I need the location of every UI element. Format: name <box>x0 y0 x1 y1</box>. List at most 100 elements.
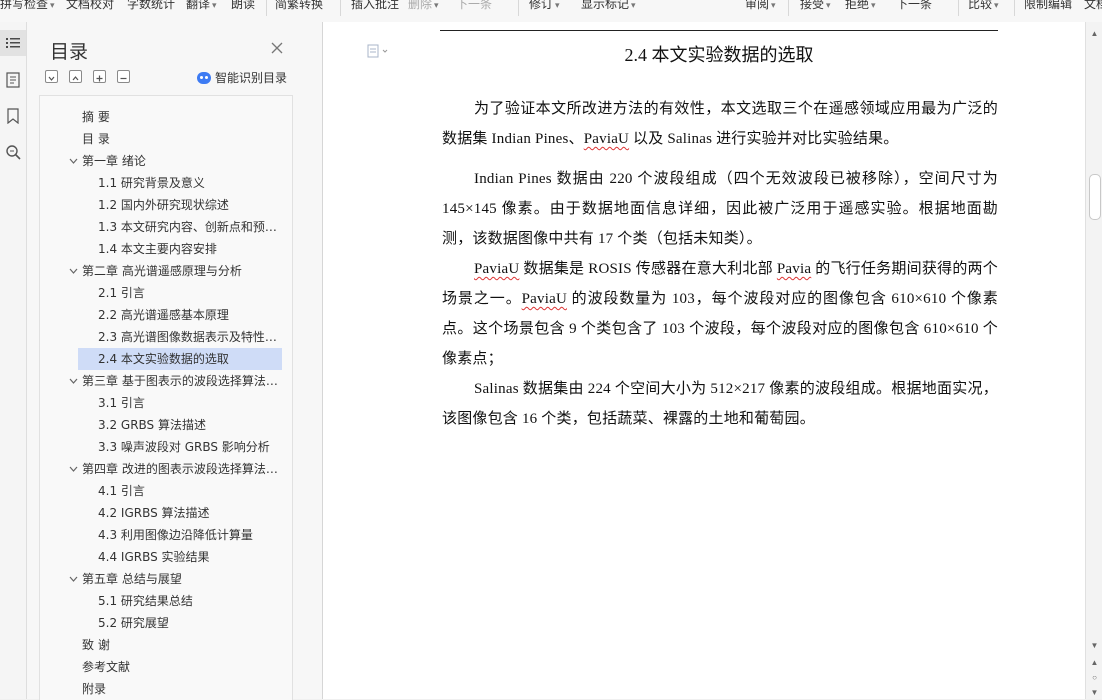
toolbar-divider <box>788 0 789 16</box>
document-outline-icon <box>6 72 20 88</box>
toc-item[interactable]: 目 录 <box>82 128 282 150</box>
smart-toc-button[interactable]: 智能识别目录 <box>197 69 287 86</box>
toolbar-divider <box>340 0 341 16</box>
accept-button[interactable]: 接受 ▾ <box>800 0 831 14</box>
remove-heading-button[interactable] <box>117 70 130 83</box>
spell-check-button[interactable]: 拼写检查 ▾ <box>0 0 55 14</box>
body-paragraph: Indian Pines 数据由 220 个波段组成（四个无效波段已被移除），空… <box>442 171 998 247</box>
toc-item[interactable]: 3.1 引言 <box>98 392 283 414</box>
toc-item[interactable]: 3.3 噪声波段对 GRBS 影响分析 <box>98 436 283 458</box>
toc-item[interactable]: 附录 <box>82 678 282 700</box>
toc-item[interactable]: 4.2 IGRBS 算法描述 <box>98 502 283 524</box>
toc-item[interactable]: 2.3 高光谱图像数据表示及特性分析 <box>98 326 283 348</box>
expand-toggle[interactable] <box>68 370 78 392</box>
bookmark-button[interactable] <box>0 103 26 129</box>
toc-panel-title: 目录 <box>50 41 89 63</box>
add-heading-button[interactable] <box>93 70 106 83</box>
toc-item[interactable]: 1.3 本文研究内容、创新点和预期成果 <box>98 216 283 238</box>
toc-panel-button[interactable] <box>0 30 26 56</box>
toc-item[interactable]: 摘 要 <box>82 106 282 128</box>
toc-panel: 目录 智能识别目录 摘 要目 录第一章 绪论 1.1 研究背景及意义 1.2 国内外… <box>27 22 323 700</box>
toc-item[interactable]: 5.2 研究展望 <box>98 612 283 634</box>
read-aloud-button[interactable]: 朗读 <box>231 0 255 14</box>
doc-proofread-button[interactable]: 文档校对 <box>66 0 114 14</box>
toc-item[interactable]: 3.2 GRBS 算法描述 <box>98 414 283 436</box>
toc-item[interactable]: 5.1 研究结果总结 <box>98 590 283 612</box>
document-button[interactable]: 文档 <box>1084 0 1102 14</box>
toolbar-divider <box>958 0 959 16</box>
toc-item[interactable]: 致 谢 <box>82 634 282 656</box>
toc-item[interactable]: 4.4 IGRBS 实验结果 <box>98 546 283 568</box>
list-icon <box>6 38 20 48</box>
expand-toggle[interactable] <box>68 260 78 282</box>
insert-comment-button[interactable]: 插入批注 <box>351 0 399 14</box>
expand-toggle[interactable] <box>68 568 78 590</box>
toc-item[interactable]: 1.4 本文主要内容安排 <box>98 238 283 260</box>
compare-button[interactable]: 比较 ▾ <box>968 0 999 14</box>
expand-toggle[interactable] <box>68 458 78 480</box>
close-toc-button[interactable] <box>270 41 284 55</box>
find-button[interactable] <box>0 139 26 165</box>
chevron-down-icon <box>69 466 77 472</box>
smart-toc-label: 智能识别目录 <box>215 71 288 85</box>
body-paragraph: 为了验证本文所改进方法的有效性，本文选取三个在遥感领域应用最为广泛的数据集 In… <box>442 101 998 147</box>
review-button[interactable]: 审阅 ▾ <box>745 0 776 14</box>
document-page: 2.4 本文实验数据的选取 为了验证本文所改进方法的有效性，本文选取三个在遥感领… <box>323 22 1085 699</box>
plus-icon <box>96 75 103 82</box>
section-heading: 2.4 本文实验数据的选取 <box>624 45 814 65</box>
scroll-up-button[interactable]: ▲ <box>1089 28 1100 39</box>
toolbar-divider <box>518 0 519 16</box>
toc-item[interactable]: 2.1 引言 <box>98 282 283 304</box>
minus-icon <box>120 77 127 80</box>
toc-item[interactable]: 参考文献 <box>82 656 282 678</box>
toc-item[interactable]: 4.3 利用图像边沿降低计算量 <box>98 524 283 546</box>
translate-button[interactable]: 翻译 ▾ <box>186 0 217 14</box>
next-comment-button[interactable]: 下一条 <box>456 0 492 14</box>
side-icon-rail <box>0 22 27 699</box>
reject-button[interactable]: 拒绝 ▾ <box>845 0 876 14</box>
simplified-traditional-button[interactable]: 简繁转换 <box>275 0 323 14</box>
restrict-editing-button[interactable]: 限制编辑 <box>1024 0 1072 14</box>
expand-toggle[interactable] <box>68 150 78 172</box>
header-rule <box>440 30 998 31</box>
document-icon <box>367 44 388 58</box>
vertical-scrollbar[interactable]: ▲ ▼ ▲ ○ ▼ <box>1085 22 1102 699</box>
scroll-down-button[interactable]: ▼ <box>1089 640 1100 651</box>
show-markup-button[interactable]: 显示标记 ▾ <box>581 0 636 14</box>
next-change-button[interactable]: 下一条 <box>896 0 932 14</box>
select-browse-object-button[interactable]: ○ <box>1089 672 1100 683</box>
toc-item[interactable]: 第五章 总结与展望 <box>82 568 282 590</box>
toc-item[interactable]: 第二章 高光谱遥感原理与分析 <box>82 260 282 282</box>
toolbar-divider <box>266 0 267 16</box>
chapter-nav-button[interactable] <box>0 67 26 93</box>
delete-comment-button[interactable]: 删除 ▾ <box>408 0 439 14</box>
expand-all-button[interactable] <box>45 70 58 83</box>
ribbon-toolbar: 拼写检查 ▾ 文档校对 字数统计 翻译 ▾ 朗读 简繁转换 插入批注 删除 ▾ 下一条… <box>0 0 1102 23</box>
chevron-down-icon <box>69 576 77 582</box>
paragraph-menu-button[interactable] <box>367 44 391 63</box>
toc-item[interactable]: 1.2 国内外研究现状综述 <box>98 194 283 216</box>
toc-item[interactable]: 第三章 基于图表示的波段选择算法研究 <box>82 370 282 392</box>
toc-item[interactable]: 第四章 改进的图表示波段选择算法研究 <box>82 458 282 480</box>
document-area: 2.4 本文实验数据的选取 为了验证本文所改进方法的有效性，本文选取三个在遥感领… <box>323 22 1085 699</box>
search-icon <box>6 145 21 160</box>
toc-item[interactable]: 1.1 研究背景及意义 <box>98 172 283 194</box>
prev-page-button[interactable]: ▲ <box>1089 657 1100 668</box>
body-paragraph: PaviaU 数据集是 ROSIS 传感器在意大利北部 Pavia 的飞行任务期… <box>442 261 998 367</box>
toc-item[interactable]: 第一章 绪论 <box>82 150 282 172</box>
toc-list: 摘 要目 录第一章 绪论 1.1 研究背景及意义 1.2 国内外研究现状综述 1.3 … <box>39 95 293 700</box>
chevron-down-icon <box>69 158 77 164</box>
word-count-button[interactable]: 字数统计 <box>127 0 175 14</box>
bookmark-icon <box>7 108 19 124</box>
next-page-button[interactable]: ▼ <box>1089 687 1100 698</box>
chevron-up-icon <box>72 76 79 81</box>
chevron-down-icon <box>69 268 77 274</box>
toolbar-divider <box>1014 0 1015 16</box>
toc-item[interactable]: 4.1 引言 <box>98 480 283 502</box>
scroll-thumb[interactable] <box>1089 174 1101 220</box>
chevron-down-icon <box>48 76 55 81</box>
toc-item-selected[interactable]: 2.4 本文实验数据的选取 <box>78 348 282 370</box>
collapse-all-button[interactable] <box>69 70 82 83</box>
toc-item[interactable]: 2.2 高光谱遥感基本原理 <box>98 304 283 326</box>
track-changes-button[interactable]: 修订 ▾ <box>529 0 560 14</box>
